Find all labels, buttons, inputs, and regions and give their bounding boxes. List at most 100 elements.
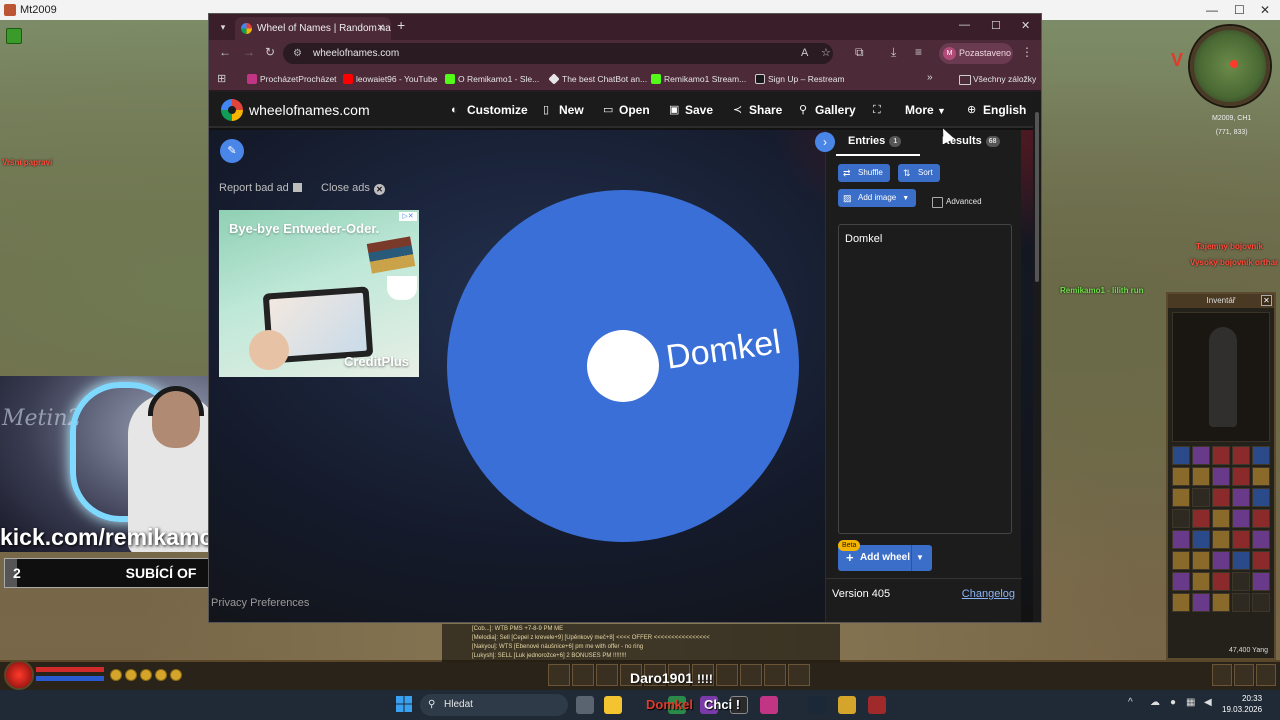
entries-panel: Entries 1 Results 68 ⇄ Shuffle ⇅ Sort ▨ Add i…	[825, 130, 1022, 622]
nav-label: Gallery	[815, 103, 856, 117]
site-info-icon[interactable]: ⚙	[293, 43, 302, 64]
maximize-icon[interactable]: ☐	[1234, 0, 1245, 20]
edit-pencil-icon[interactable]: ✎	[220, 139, 244, 163]
sort-button[interactable]: ⇅ Sort	[898, 164, 940, 182]
extensions-icon[interactable]: ⧉	[855, 45, 864, 60]
new-tab-icon[interactable]: +	[397, 17, 405, 33]
youtube-icon	[343, 74, 353, 84]
bookmark-item[interactable]: leowaiet96 - YouTube	[343, 67, 437, 91]
nav-gallery[interactable]: ⚲ Gallery	[799, 92, 856, 128]
bookmark-item[interactable]: O Remikamo1 - Sle...	[445, 67, 539, 91]
tab-search-icon[interactable]: ▾	[215, 19, 231, 35]
volume-icon[interactable]: ◀	[1204, 697, 1212, 708]
equipment-slots[interactable]	[1172, 312, 1270, 442]
nav-open[interactable]: ▭ Open	[603, 92, 650, 128]
nav-language[interactable]: ⊕ English	[967, 92, 1026, 128]
map-coordinates: M2009, CH1 (771, 833)	[1212, 112, 1251, 140]
minimize-icon[interactable]: —	[959, 19, 970, 31]
task-view-icon[interactable]	[576, 696, 594, 714]
inventory-title: Inventář	[1206, 296, 1236, 305]
close-ads-label: Close ads	[321, 182, 370, 194]
apps-grid-icon[interactable]: ⊞	[217, 73, 226, 85]
browser-tab[interactable]: Wheel of Names | Random name ✕	[235, 17, 391, 40]
address-bar[interactable]: ⚙ wheelofnames.com A ☆	[283, 43, 833, 64]
spin-wheel[interactable]: Domkel	[445, 188, 801, 544]
nav-new[interactable]: ▯ New	[543, 92, 584, 128]
advanced-label: Advanced	[946, 197, 982, 206]
hud-buff-icons	[110, 669, 182, 681]
downloads-icon[interactable]: ⤓	[891, 45, 896, 60]
entries-textarea[interactable]: Domkel	[838, 224, 1012, 534]
bookmark-item[interactable]: ProcházetProcházet	[247, 67, 337, 91]
bookmark-item[interactable]: Remikamo1 Stream...	[651, 67, 746, 91]
add-wheel-label: Add wheel	[860, 552, 911, 563]
inventory-close-icon[interactable]: ✕	[1261, 295, 1272, 306]
add-image-button[interactable]: ▨ Add image ▼	[838, 189, 917, 207]
tab-close-icon[interactable]: ✕	[377, 17, 385, 40]
steam-icon[interactable]	[808, 696, 826, 714]
hud-menu-buttons[interactable]	[1212, 664, 1276, 686]
nav-share[interactable]: ≺ Share	[733, 92, 782, 128]
report-ad-link[interactable]: Report bad ad	[219, 182, 302, 194]
hp-bar	[36, 667, 104, 672]
clock-date: 19.03.2026	[1222, 705, 1263, 714]
reload-icon[interactable]: ↻	[265, 45, 275, 59]
wheel-logo-icon[interactable]	[221, 99, 243, 121]
browser-toolbar: ← → ↻ ⚙ wheelofnames.com A ☆ ⧉ ⤓ ≡ M Poz…	[209, 40, 1041, 67]
profile-button[interactable]: M Pozastaveno	[939, 43, 1013, 64]
privacy-preferences-link[interactable]: Privacy Preferences	[211, 597, 309, 609]
kick-icon	[445, 74, 455, 84]
advanced-checkbox[interactable]: Advanced	[932, 197, 982, 208]
close-icon[interactable]: ✕	[1260, 0, 1270, 20]
all-bookmarks[interactable]: Všechny záložky	[959, 67, 1036, 91]
minimize-icon[interactable]: —	[1206, 0, 1218, 20]
game-icon[interactable]	[868, 696, 886, 714]
close-ads-link[interactable]: Close ads ✕	[321, 182, 385, 195]
forward-icon[interactable]: →	[243, 45, 255, 59]
app-icon[interactable]	[838, 696, 856, 714]
shuffle-icon: ⇄	[843, 168, 851, 178]
maximize-icon[interactable]: ☐	[991, 19, 1001, 32]
cloud-icon[interactable]: ☁	[1150, 697, 1160, 708]
add-image-label: Add image	[858, 193, 897, 202]
flag-icon	[292, 183, 302, 192]
panel-collapse-icon[interactable]: ›	[815, 132, 835, 152]
start-icon[interactable]	[396, 696, 412, 712]
tray-overflow-icon[interactable]: ^	[1128, 697, 1133, 708]
bookmarks-overflow-icon[interactable]: »	[927, 72, 933, 83]
translate-icon[interactable]: A	[801, 43, 808, 64]
media-icon[interactable]: ≡	[915, 45, 922, 59]
ad-headline: Bye-bye Entweder-Oder.	[229, 221, 380, 236]
taskbar-search[interactable]: ⚲ Hledat	[420, 694, 568, 716]
taskbar-clock[interactable]: 20:33 19.03.2026	[1222, 693, 1262, 715]
bookmark-item[interactable]: Sign Up – Restream	[755, 67, 845, 91]
adchoices-icon[interactable]: ▷✕	[399, 212, 417, 221]
nav-more[interactable]: More ▼	[905, 92, 946, 128]
close-icon[interactable]: ✕	[1021, 19, 1030, 32]
changelog-link[interactable]: Changelog	[962, 588, 1015, 600]
browser-window: ▾ Wheel of Names | Random name ✕ + — ☐ ✕…	[208, 13, 1042, 623]
inventory-grid[interactable]	[1172, 446, 1270, 612]
nav-fullscreen[interactable]: ⛶	[873, 92, 889, 128]
page-scrollbar[interactable]	[1033, 92, 1041, 622]
bookmark-label: Sign Up – Restream	[768, 74, 845, 84]
minimap[interactable]	[1190, 26, 1270, 106]
file-explorer-icon[interactable]	[604, 696, 622, 714]
bookmark-star-icon[interactable]: ☆	[821, 43, 831, 64]
app-icon[interactable]	[760, 696, 778, 714]
shuffle-button[interactable]: ⇄ Shuffle	[838, 164, 890, 182]
back-icon[interactable]: ←	[219, 45, 231, 59]
advertisement[interactable]: Bye-bye Entweder-Oder. ▷✕ CreditPlus	[219, 210, 419, 377]
site-name[interactable]: wheelofnames.com	[249, 92, 370, 128]
wheel-favicon-icon	[241, 23, 252, 34]
nav-label: New	[559, 103, 584, 117]
nav-customize[interactable]: ◐ Customize	[451, 92, 528, 128]
add-wheel-dropdown-icon[interactable]: ▼	[916, 545, 924, 571]
browser-menu-icon[interactable]: ⋮	[1021, 45, 1033, 59]
microphone-icon[interactable]: ●	[1170, 697, 1176, 708]
wheel-center-button[interactable]	[587, 330, 659, 402]
nav-save[interactable]: ▣ Save	[669, 92, 713, 128]
tab-entries[interactable]: Entries 1	[848, 135, 902, 147]
network-icon[interactable]: ▦	[1186, 697, 1195, 708]
bookmark-item[interactable]: The best ChatBot an...	[548, 67, 647, 91]
